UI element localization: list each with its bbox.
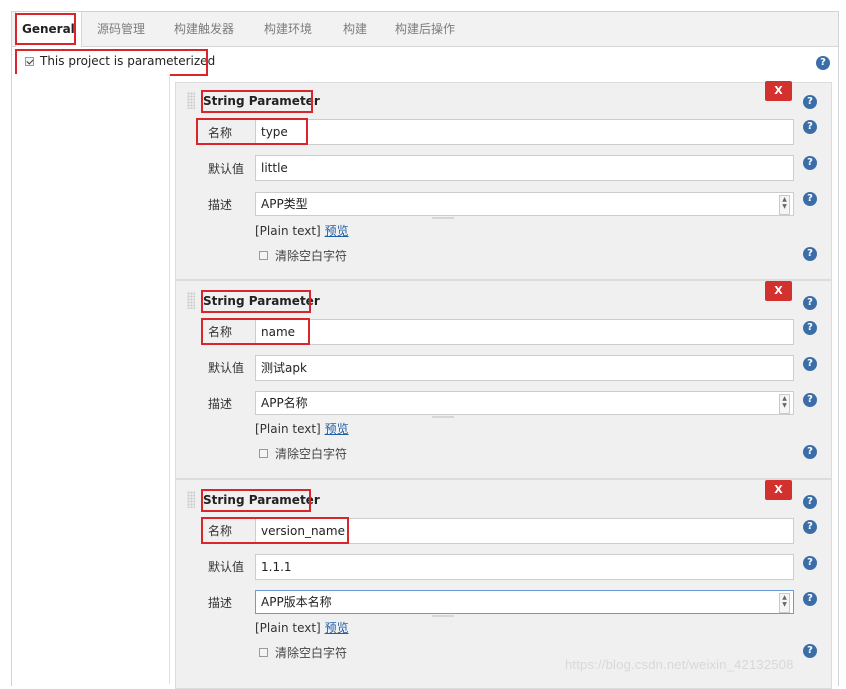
default-value-input[interactable]: little <box>255 155 794 181</box>
parameter-title-highlight <box>201 489 311 512</box>
trim-help-icon[interactable] <box>803 644 817 658</box>
resize-handle-icon[interactable]: ▲ ▼ <box>779 195 790 215</box>
plain-text-label: [Plain text] <box>255 224 321 238</box>
delete-parameter-button[interactable]: X <box>765 281 792 301</box>
default-value-label: 默认值 <box>208 361 245 375</box>
description-help-icon[interactable] <box>803 393 817 407</box>
parameter-panel-2: String Parameter X 名称 name 默认值 测试apk 描述 … <box>175 280 832 479</box>
name-help-icon[interactable] <box>803 520 817 534</box>
plain-text-note: [Plain text] 预览 <box>255 420 349 437</box>
default-value-label: 默认值 <box>208 560 245 574</box>
parameter-panel-1: String Parameter X 名称 type 默认值 little 描述… <box>175 81 832 280</box>
name-field-highlight <box>201 318 310 345</box>
description-text: APP版本名称 <box>261 595 332 609</box>
parameter-help-icon[interactable] <box>803 296 817 310</box>
default-value-input[interactable]: 测试apk <box>255 355 794 381</box>
plain-text-label: [Plain text] <box>255 422 321 436</box>
resize-handle-icon[interactable]: ▲ ▼ <box>779 593 790 613</box>
description-textarea[interactable]: APP名称 ▲ ▼ <box>255 391 794 415</box>
plain-text-note: [Plain text] 预览 <box>255 619 349 636</box>
preview-link[interactable]: 预览 <box>325 224 349 238</box>
textarea-scrollbar[interactable] <box>432 615 454 617</box>
tab-build-triggers[interactable]: 构建触发器 <box>174 12 234 46</box>
name-input[interactable]: type <box>255 119 794 145</box>
drag-handle-icon[interactable] <box>187 292 195 309</box>
name-field-highlight <box>201 517 349 544</box>
delete-parameter-button[interactable]: X <box>765 480 792 500</box>
config-tab-bar: General 源码管理 构建触发器 构建环境 构建 构建后操作 <box>12 12 838 47</box>
trim-label: 清除空白字符 <box>275 646 348 660</box>
default-value-help-icon[interactable] <box>803 556 817 570</box>
plain-text-label: [Plain text] <box>255 621 321 635</box>
name-help-icon[interactable] <box>803 321 817 335</box>
tab-post-build[interactable]: 构建后操作 <box>395 12 455 46</box>
plain-text-note: [Plain text] 预览 <box>255 222 349 239</box>
default-value-help-icon[interactable] <box>803 357 817 371</box>
parameter-title-highlight <box>201 90 313 113</box>
description-text: APP类型 <box>261 197 308 211</box>
parameter-title-highlight <box>201 290 311 313</box>
job-config-frame: General 源码管理 构建触发器 构建环境 构建 构建后操作 This pr… <box>11 11 839 689</box>
parameterized-help-icon[interactable] <box>816 56 830 70</box>
preview-link[interactable]: 预览 <box>325 422 349 436</box>
parameter-help-icon[interactable] <box>803 495 817 509</box>
default-value-label: 默认值 <box>208 162 245 176</box>
parameterized-highlight <box>15 49 208 76</box>
trim-checkbox[interactable] <box>259 648 268 657</box>
trim-help-icon[interactable] <box>803 247 817 261</box>
tab-general-highlight <box>15 13 76 45</box>
textarea-scrollbar[interactable] <box>432 217 454 219</box>
trim-checkbox[interactable] <box>259 449 268 458</box>
description-label: 描述 <box>208 397 233 411</box>
parameter-help-icon[interactable] <box>803 95 817 109</box>
description-label: 描述 <box>208 596 233 610</box>
drag-handle-icon[interactable] <box>187 92 195 109</box>
watermark: https://blog.csdn.net/weixin_42132508 <box>565 657 794 672</box>
tab-build-environment[interactable]: 构建环境 <box>264 12 312 46</box>
trim-help-icon[interactable] <box>803 445 817 459</box>
name-help-icon[interactable] <box>803 120 817 134</box>
description-label: 描述 <box>208 198 233 212</box>
left-column <box>14 74 170 684</box>
name-field-highlight <box>196 118 308 145</box>
default-value-input[interactable]: 1.1.1 <box>255 554 794 580</box>
description-textarea[interactable]: APP版本名称 ▲ ▼ <box>255 590 794 614</box>
trim-label: 清除空白字符 <box>275 447 348 461</box>
description-help-icon[interactable] <box>803 192 817 206</box>
tab-source-code[interactable]: 源码管理 <box>97 12 145 46</box>
description-help-icon[interactable] <box>803 592 817 606</box>
trim-checkbox[interactable] <box>259 251 268 260</box>
tab-build[interactable]: 构建 <box>343 12 367 46</box>
drag-handle-icon[interactable] <box>187 491 195 508</box>
default-value-help-icon[interactable] <box>803 156 817 170</box>
description-text: APP名称 <box>261 396 308 410</box>
description-textarea[interactable]: APP类型 ▲ ▼ <box>255 192 794 216</box>
textarea-scrollbar[interactable] <box>432 416 454 418</box>
trim-label: 清除空白字符 <box>275 249 348 263</box>
preview-link[interactable]: 预览 <box>325 621 349 635</box>
delete-parameter-button[interactable]: X <box>765 81 792 101</box>
name-input[interactable]: name <box>255 319 794 345</box>
resize-handle-icon[interactable]: ▲ ▼ <box>779 394 790 414</box>
